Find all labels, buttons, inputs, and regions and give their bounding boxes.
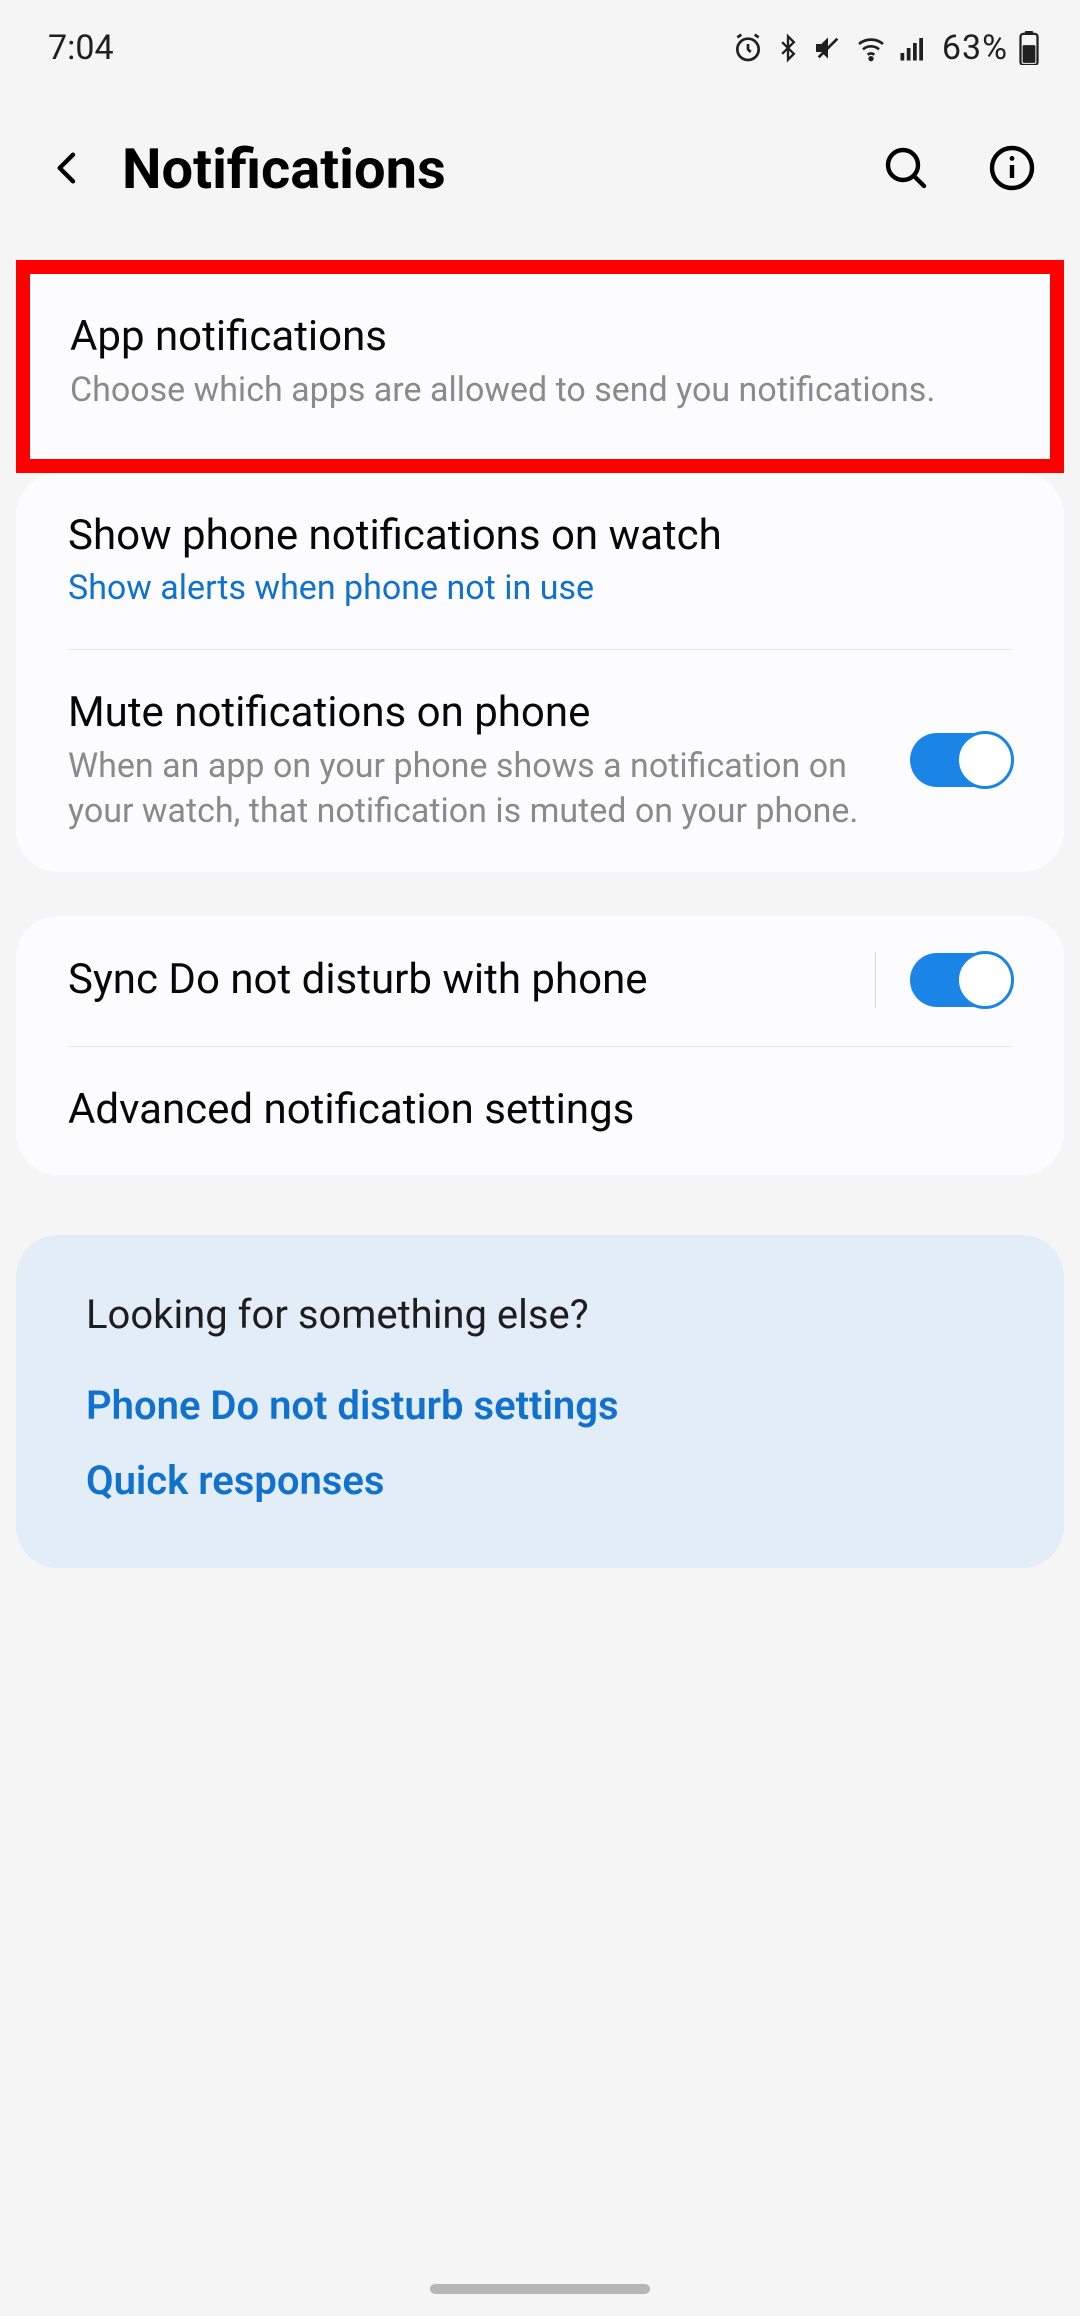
card-app-notifications: App notifications Choose which apps are … — [16, 260, 1064, 473]
mute-toggle[interactable] — [910, 733, 1012, 787]
vertical-divider — [875, 952, 876, 1008]
link-quick-responses[interactable]: Quick responses — [86, 1457, 994, 1504]
info-button[interactable] — [984, 141, 1040, 197]
alarm-icon — [732, 32, 764, 64]
wifi-icon — [854, 32, 888, 64]
row-title: Show phone notifications on watch — [68, 509, 992, 563]
row-title: Mute notifications on phone — [68, 686, 890, 740]
row-subtitle: Show alerts when phone not in use — [68, 566, 992, 611]
row-title: Sync Do not disturb with phone — [68, 953, 855, 1007]
link-phone-dnd-settings[interactable]: Phone Do not disturb settings — [86, 1382, 994, 1429]
search-button[interactable] — [878, 141, 934, 197]
row-subtitle: When an app on your phone shows a notifi… — [68, 744, 890, 834]
battery-percentage: 63% — [942, 28, 1008, 68]
row-subtitle: Choose which apps are allowed to send yo… — [70, 368, 990, 413]
card-dnd-advanced: Sync Do not disturb with phone Advanced … — [16, 916, 1064, 1175]
search-icon — [882, 144, 930, 195]
nav-handle[interactable] — [430, 2284, 650, 2294]
info-heading: Looking for something else? — [86, 1291, 994, 1338]
row-title: Advanced notification settings — [68, 1083, 992, 1137]
signal-icon — [898, 33, 928, 63]
card-watch-notifications: Show phone notifications on watch Show a… — [16, 473, 1064, 872]
page-header: Notifications — [0, 88, 1080, 260]
row-app-notifications[interactable]: App notifications Choose which apps are … — [30, 274, 1050, 459]
info-icon — [988, 144, 1036, 195]
info-links: Phone Do not disturb settings Quick resp… — [86, 1382, 994, 1504]
sync-dnd-toggle[interactable] — [910, 953, 1012, 1007]
battery-icon — [1018, 31, 1040, 65]
mute-icon — [812, 32, 844, 64]
status-bar: 7:04 63% — [0, 0, 1080, 88]
row-mute-on-phone[interactable]: Mute notifications on phone When an app … — [16, 650, 1064, 872]
back-button[interactable] — [40, 141, 96, 197]
row-show-on-watch[interactable]: Show phone notifications on watch Show a… — [16, 473, 1064, 650]
toggle-knob — [956, 731, 1014, 789]
row-advanced-settings[interactable]: Advanced notification settings — [16, 1047, 1064, 1175]
status-time: 7:04 — [48, 28, 114, 68]
bluetooth-icon — [774, 32, 802, 64]
card-looking-for-else: Looking for something else? Phone Do not… — [16, 1235, 1064, 1568]
row-title: App notifications — [70, 310, 990, 364]
page-title: Notifications — [122, 136, 852, 202]
toggle-knob — [956, 951, 1014, 1009]
chevron-left-icon — [48, 140, 88, 199]
row-sync-dnd[interactable]: Sync Do not disturb with phone — [16, 916, 1064, 1046]
status-icons: 63% — [732, 28, 1040, 68]
